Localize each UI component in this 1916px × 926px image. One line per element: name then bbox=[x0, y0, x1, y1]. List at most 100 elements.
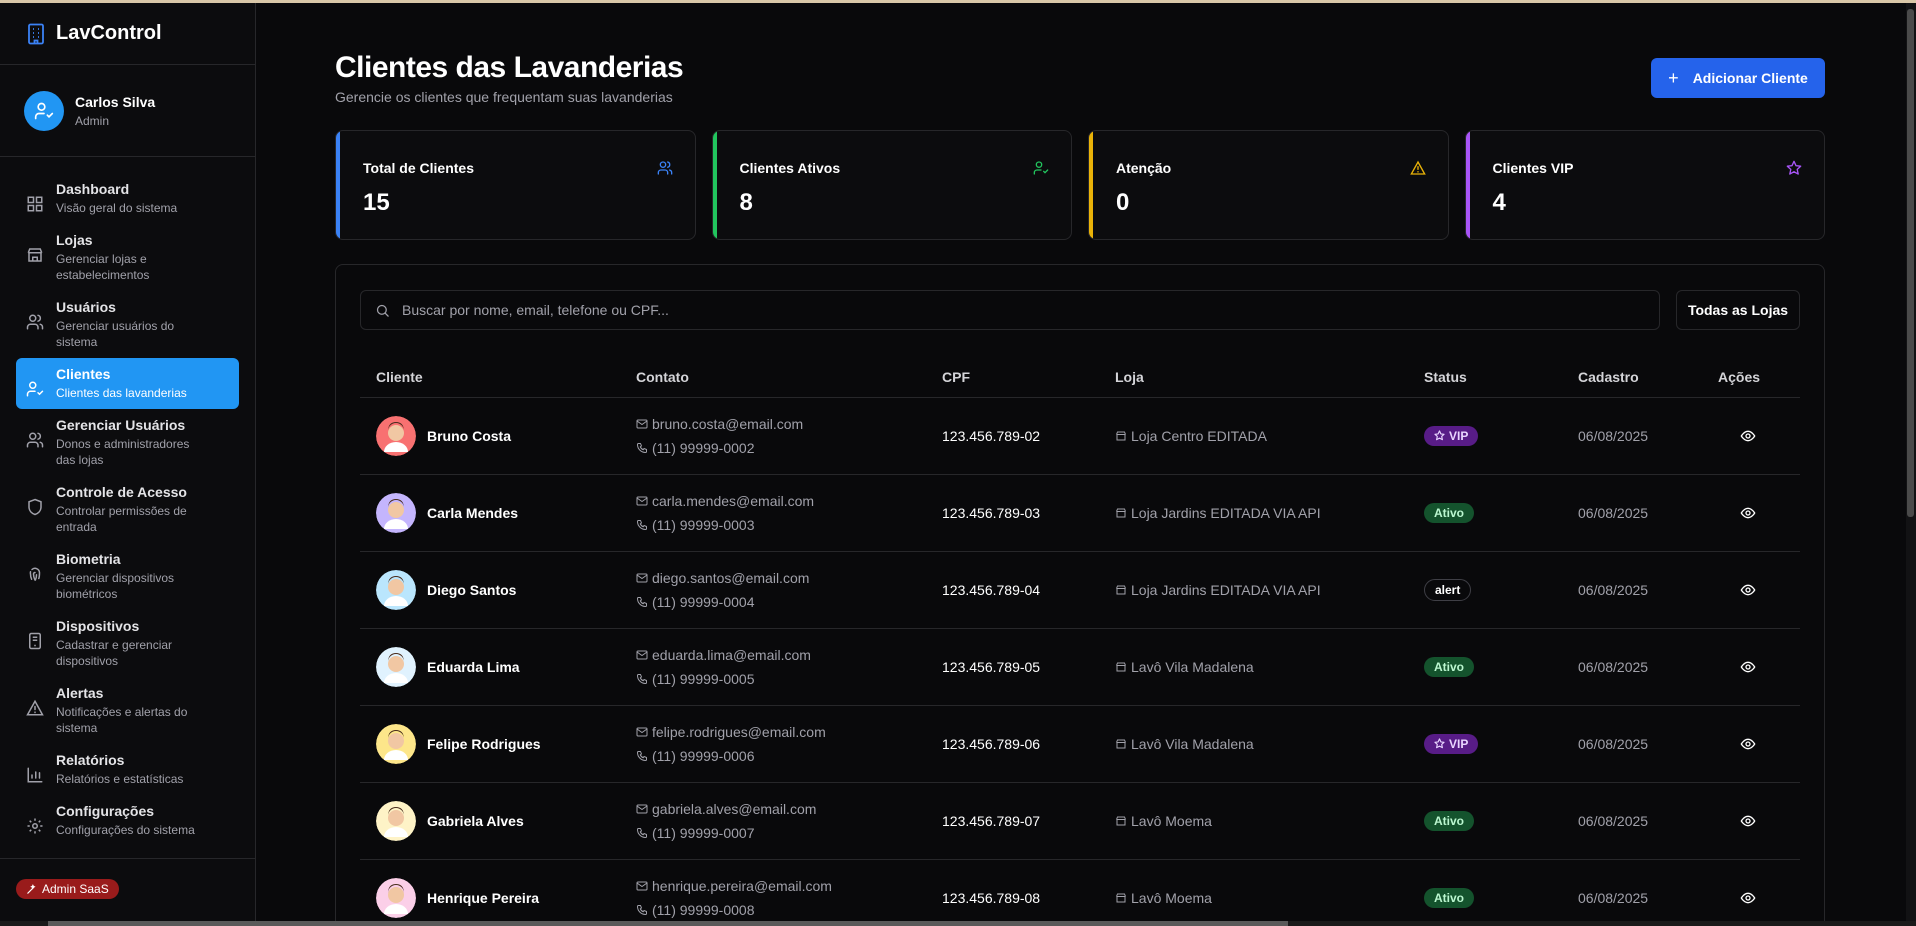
store-icon bbox=[1115, 584, 1127, 596]
view-eye-icon[interactable] bbox=[1718, 890, 1778, 906]
sidebar-item-dispositivos[interactable]: Dispositivos Cadastrar e gerenciar dispo… bbox=[16, 610, 239, 677]
sidebar-item-description: Relatórios e estatísticas bbox=[56, 772, 184, 786]
store-icon bbox=[26, 246, 44, 264]
view-eye-icon[interactable] bbox=[1718, 428, 1778, 444]
table-row[interactable]: Eduarda Lima eduarda.lima@email.com (11)… bbox=[360, 628, 1800, 706]
sidebar-item-gerenciar-usuários[interactable]: Gerenciar Usuários Donos e administrador… bbox=[16, 409, 239, 476]
client-date: 06/08/2025 bbox=[1562, 628, 1702, 706]
phone-icon bbox=[636, 442, 648, 454]
table-row[interactable]: Felipe Rodrigues felipe.rodrigues@email.… bbox=[360, 705, 1800, 783]
table-row[interactable]: Henrique Pereira henrique.pereira@email.… bbox=[360, 859, 1800, 926]
stat-value: 8 bbox=[739, 189, 753, 216]
mail-icon bbox=[636, 880, 648, 892]
store-filter-select[interactable]: Todas as Lojas bbox=[1676, 290, 1800, 330]
horizontal-scrollbar[interactable] bbox=[0, 921, 1916, 926]
search-input[interactable] bbox=[402, 302, 1602, 318]
status-badge: Ativo bbox=[1424, 887, 1474, 908]
sidebar-item-controle-de-acesso[interactable]: Controle de Acesso Controlar permissões … bbox=[16, 476, 239, 543]
sidebar-item-relatórios[interactable]: Relatórios Relatórios e estatísticas bbox=[16, 744, 239, 795]
device-icon bbox=[26, 632, 44, 650]
building-icon bbox=[26, 23, 46, 45]
client-store: Loja Centro EDITADA bbox=[1131, 427, 1267, 444]
view-eye-icon[interactable] bbox=[1718, 813, 1778, 829]
client-name: Eduarda Lima bbox=[427, 658, 520, 675]
table-header-row: Cliente Contato CPF Loja Status Cadastro Ações bbox=[360, 357, 1800, 398]
mail-icon bbox=[636, 418, 648, 430]
sidebar-item-lojas[interactable]: Lojas Gerenciar lojas e estabelecimentos bbox=[16, 224, 239, 291]
star-icon bbox=[1434, 430, 1449, 441]
sidebar-item-label: Controle de Acesso bbox=[56, 484, 187, 500]
status-label: Ativo bbox=[1434, 505, 1464, 520]
client-cpf: 123.456.789-04 bbox=[926, 551, 1099, 629]
warning-icon bbox=[1409, 160, 1426, 176]
search-icon bbox=[376, 304, 389, 317]
user-role: Admin bbox=[75, 113, 110, 128]
client-date: 06/08/2025 bbox=[1562, 397, 1702, 475]
page-subtitle: Gerencie os clientes que frequentam suas… bbox=[335, 89, 673, 105]
client-store: Loja Jardins EDITADA VIA API bbox=[1131, 581, 1321, 598]
client-phone: (11) 99999-0004 bbox=[652, 593, 755, 610]
admin-saas-badge[interactable]: Admin SaaS bbox=[16, 879, 119, 899]
view-eye-icon[interactable] bbox=[1718, 659, 1778, 675]
wand-icon bbox=[27, 883, 36, 894]
view-eye-icon[interactable] bbox=[1718, 505, 1778, 521]
stat-value: 0 bbox=[1116, 189, 1130, 216]
sidebar-item-dashboard[interactable]: Dashboard Visão geral do sistema bbox=[16, 173, 239, 224]
table-row[interactable]: Diego Santos diego.santos@email.com (11)… bbox=[360, 551, 1800, 629]
client-name: Diego Santos bbox=[427, 581, 517, 598]
table-row[interactable]: Bruno Costa bruno.costa@email.com (11) 9… bbox=[360, 397, 1800, 475]
client-date: 06/08/2025 bbox=[1562, 859, 1702, 926]
client-phone: (11) 99999-0007 bbox=[652, 824, 755, 841]
status-badge: Ativo bbox=[1424, 810, 1474, 831]
sidebar-item-label: Clientes bbox=[56, 366, 111, 382]
main-content: Clientes das Lavanderias Gerencie os cli… bbox=[257, 3, 1906, 926]
table-row[interactable]: Gabriela Alves gabriela.alves@email.com … bbox=[360, 782, 1800, 860]
alert-icon bbox=[26, 699, 44, 717]
column-header: Cliente bbox=[360, 357, 620, 398]
sidebar-footer: Admin SaaS bbox=[0, 858, 255, 926]
sidebar-item-biometria[interactable]: Biometria Gerenciar dispositivos biométr… bbox=[16, 543, 239, 610]
status-badge: Ativo bbox=[1424, 656, 1474, 677]
status-label: VIP bbox=[1449, 428, 1469, 443]
sidebar-item-description: Controlar permissões de entrada bbox=[56, 504, 187, 534]
view-eye-icon[interactable] bbox=[1718, 736, 1778, 752]
client-date: 06/08/2025 bbox=[1562, 474, 1702, 552]
add-client-button[interactable]: + Adicionar Cliente bbox=[1651, 58, 1825, 98]
column-header: Contato bbox=[620, 357, 926, 398]
contact-cell: felipe.rodrigues@email.com (11) 99999-00… bbox=[620, 705, 926, 783]
stat-card: Clientes VIP 4 bbox=[1464, 130, 1825, 240]
client-phone: (11) 99999-0002 bbox=[652, 439, 755, 456]
sidebar-item-usuários[interactable]: Usuários Gerenciar usuários do sistema bbox=[16, 291, 239, 358]
view-eye-icon[interactable] bbox=[1718, 582, 1778, 598]
store-icon bbox=[1115, 738, 1127, 750]
actions-cell bbox=[1702, 782, 1800, 860]
users-cog-icon bbox=[26, 431, 44, 449]
vertical-scrollbar[interactable] bbox=[1906, 3, 1916, 926]
brand[interactable]: LavControl bbox=[0, 3, 255, 65]
sidebar-nav: Dashboard Visão geral do sistema Lojas G… bbox=[0, 157, 255, 846]
sidebar-item-clientes[interactable]: Clientes Clientes das lavanderias bbox=[16, 358, 239, 409]
column-header: Cadastro bbox=[1562, 357, 1702, 398]
phone-icon bbox=[636, 827, 648, 839]
client-cpf: 123.456.789-02 bbox=[926, 397, 1099, 475]
stat-label: Clientes VIP bbox=[1492, 160, 1574, 176]
scrollbar-thumb[interactable] bbox=[1907, 9, 1914, 517]
search-box[interactable] bbox=[360, 290, 1660, 330]
sidebar-item-label: Dashboard bbox=[56, 181, 130, 197]
contact-cell: bruno.costa@email.com (11) 99999-0002 bbox=[620, 397, 926, 475]
column-header: CPF bbox=[926, 357, 1099, 398]
sidebar-item-alertas[interactable]: Alertas Notificações e alertas do sistem… bbox=[16, 677, 239, 744]
client-cell: Felipe Rodrigues bbox=[360, 705, 620, 783]
sidebar-item-description: Clientes das lavanderias bbox=[56, 386, 187, 400]
client-cell: Gabriela Alves bbox=[360, 782, 620, 860]
sidebar-item-description: Gerenciar usuários do sistema bbox=[56, 319, 175, 349]
sidebar-item-label: Configurações bbox=[56, 803, 155, 819]
status-label: Ativo bbox=[1434, 890, 1464, 905]
sidebar-item-configurações[interactable]: Configurações Configurações do sistema bbox=[16, 795, 239, 846]
client-avatar bbox=[376, 646, 416, 687]
user-card[interactable]: Carlos Silva Admin bbox=[0, 65, 255, 157]
user-name: Carlos Silva bbox=[75, 93, 156, 110]
horizontal-scrollbar-thumb[interactable] bbox=[48, 921, 1288, 926]
client-cell: Diego Santos bbox=[360, 551, 620, 629]
table-row[interactable]: Carla Mendes carla.mendes@email.com (11)… bbox=[360, 474, 1800, 552]
